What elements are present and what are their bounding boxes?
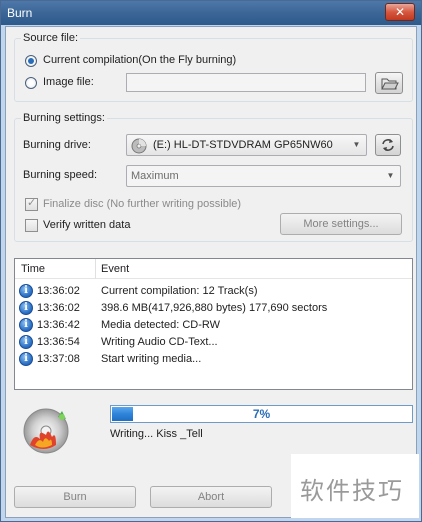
burning-drive-value: (E:) HL-DT-STDVDRAM GP65NW60 bbox=[153, 139, 333, 151]
refresh-drives-button[interactable] bbox=[375, 134, 401, 156]
column-divider[interactable] bbox=[95, 259, 96, 279]
log-row[interactable]: i 13:36:42 Media detected: CD-RW bbox=[15, 317, 412, 334]
info-icon: i bbox=[19, 318, 33, 332]
burn-dialog: Burn ✕ Source file: Current compilation(… bbox=[0, 0, 422, 522]
close-icon: ✕ bbox=[394, 5, 406, 19]
image-file-path-input[interactable] bbox=[126, 73, 366, 92]
event-log-list[interactable]: Time Event i 13:36:02 Current compilatio… bbox=[14, 258, 413, 390]
burn-progress-percent: 7% bbox=[252, 407, 271, 421]
burn-button[interactable]: Burn bbox=[14, 486, 136, 508]
burning-speed-label: Burning speed: bbox=[23, 169, 97, 181]
burning-settings-group: Burning settings: Burning drive: (E:) HL… bbox=[14, 112, 413, 242]
log-event: Writing Audio CD-Text... bbox=[101, 336, 218, 348]
source-file-group-title: Source file: bbox=[21, 32, 81, 44]
log-event: Current compilation: 12 Track(s) bbox=[101, 285, 258, 297]
burn-status-text: Writing... Kiss _Tell bbox=[110, 428, 203, 440]
source-file-group: Source file: Current compilation(On the … bbox=[14, 32, 413, 102]
log-event: 398.6 MB(417,926,880 bytes) 177,690 sect… bbox=[101, 302, 328, 314]
log-row[interactable]: i 13:36:02 398.6 MB(417,926,880 bytes) 1… bbox=[15, 300, 412, 317]
dialog-body: Source file: Current compilation(On the … bbox=[5, 26, 417, 518]
browse-image-button[interactable] bbox=[375, 72, 403, 94]
burning-settings-group-title: Burning settings: bbox=[21, 112, 107, 124]
finalize-disc-label[interactable]: Finalize disc (No further writing possib… bbox=[43, 198, 241, 210]
close-button[interactable]: ✕ bbox=[385, 3, 415, 21]
title-bar[interactable]: Burn ✕ bbox=[1, 1, 421, 25]
current-compilation-radio[interactable] bbox=[25, 55, 37, 67]
verify-written-data-checkbox[interactable] bbox=[25, 219, 38, 232]
log-time: 13:36:42 bbox=[37, 319, 80, 331]
disc-drive-icon bbox=[131, 138, 147, 154]
burn-progress-bar: 7% bbox=[110, 405, 413, 423]
chevron-down-icon: ▼ bbox=[352, 140, 361, 149]
log-row[interactable]: i 13:36:02 Current compilation: 12 Track… bbox=[15, 283, 412, 300]
burning-drive-label: Burning drive: bbox=[23, 139, 91, 151]
info-icon: i bbox=[19, 284, 33, 298]
current-compilation-label[interactable]: Current compilation(On the Fly burning) bbox=[43, 54, 236, 66]
log-time: 13:36:02 bbox=[37, 302, 80, 314]
log-time: 13:37:08 bbox=[37, 353, 80, 365]
image-file-label[interactable]: Image file: bbox=[43, 76, 94, 88]
info-icon: i bbox=[19, 335, 33, 349]
log-row[interactable]: i 13:37:08 Start writing media... bbox=[15, 351, 412, 368]
log-row[interactable]: i 13:36:54 Writing Audio CD-Text... bbox=[15, 334, 412, 351]
info-icon: i bbox=[19, 352, 33, 366]
info-icon: i bbox=[19, 301, 33, 315]
burning-disc-icon bbox=[23, 408, 69, 454]
window-title: Burn bbox=[7, 6, 33, 20]
event-column-header[interactable]: Event bbox=[101, 263, 129, 275]
verify-written-data-label[interactable]: Verify written data bbox=[43, 219, 130, 231]
abort-button[interactable]: Abort bbox=[150, 486, 272, 508]
time-column-header[interactable]: Time bbox=[21, 263, 45, 275]
chevron-down-icon: ▼ bbox=[386, 171, 395, 180]
event-log-header: Time Event bbox=[15, 259, 412, 279]
open-folder-icon bbox=[381, 78, 399, 90]
burning-speed-value: Maximum bbox=[131, 170, 179, 182]
image-file-radio[interactable] bbox=[25, 77, 37, 89]
log-time: 13:36:02 bbox=[37, 285, 80, 297]
finalize-disc-checkbox[interactable] bbox=[25, 196, 38, 211]
watermark-text: 软件技巧 bbox=[300, 477, 404, 505]
log-event: Start writing media... bbox=[101, 353, 202, 365]
burning-drive-select[interactable]: (E:) HL-DT-STDVDRAM GP65NW60 ▼ bbox=[126, 134, 367, 156]
log-event: Media detected: CD-RW bbox=[101, 319, 221, 331]
watermark-overlay: 软件技巧 bbox=[291, 454, 419, 518]
log-time: 13:36:54 bbox=[37, 336, 80, 348]
more-settings-button[interactable]: More settings... bbox=[280, 213, 402, 235]
refresh-icon bbox=[382, 139, 394, 151]
burning-speed-select[interactable]: Maximum ▼ bbox=[126, 165, 401, 187]
